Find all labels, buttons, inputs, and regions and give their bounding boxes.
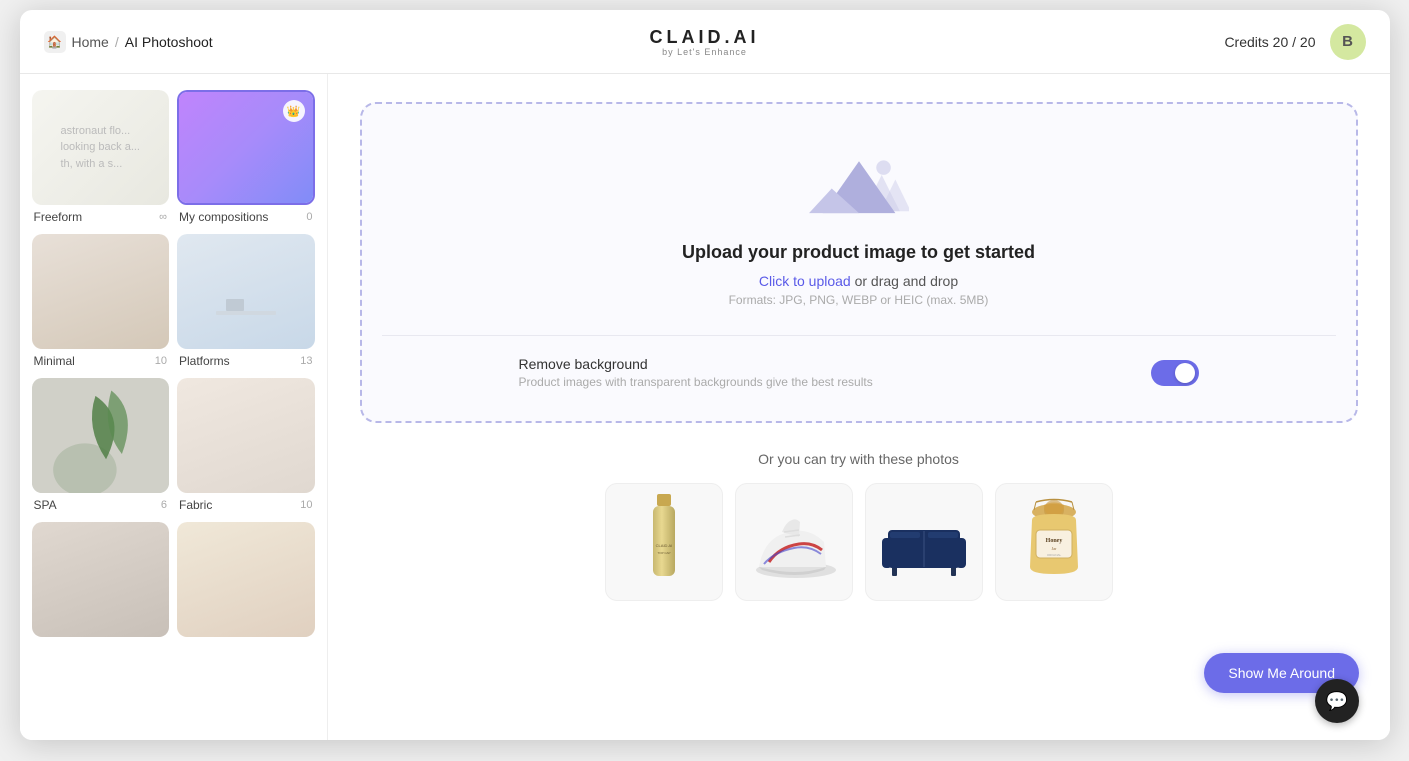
sneaker-product-icon xyxy=(744,502,844,582)
sofa-product-icon xyxy=(874,502,974,582)
upload-formats: Formats: JPG, PNG, WEBP or HEIC (max. 5M… xyxy=(729,293,989,307)
logo: CLAID.AI by Let's Enhance xyxy=(650,27,760,57)
sidebar-item-minimal[interactable]: Minimal 10 xyxy=(32,234,170,370)
sidebar-count-spa: 6 xyxy=(161,499,167,511)
sample-photos-title: Or you can try with these photos xyxy=(360,451,1358,467)
sample-photo-sofa[interactable] xyxy=(865,483,983,601)
click-to-upload-link[interactable]: Click to upload xyxy=(759,273,851,289)
logo-text: CLAID.AI xyxy=(650,27,760,48)
sidebar-label-minimal: Minimal xyxy=(34,354,75,368)
svg-text:ORIGINAL: ORIGINAL xyxy=(1046,553,1061,557)
remove-bg-toggle[interactable] xyxy=(1151,360,1199,386)
platforms-preview-icon xyxy=(206,281,286,341)
chat-button[interactable]: 💬 xyxy=(1315,679,1359,723)
header-right: Credits 20 / 20 B xyxy=(1224,24,1365,60)
upload-subtitle: Click to upload or drag and drop xyxy=(759,273,958,289)
logo-subtitle: by Let's Enhance xyxy=(662,47,747,57)
sidebar-item-freeform[interactable]: astronaut flo...looking back a...th, wit… xyxy=(32,90,170,226)
breadcrumb: 🏠 Home / AI Photoshoot xyxy=(44,31,213,53)
sample-photo-bottle[interactable]: CLAID.AI TOP CAP xyxy=(605,483,723,601)
drag-label: or drag and drop xyxy=(851,273,958,289)
sidebar-label-compositions: My compositions xyxy=(179,210,268,224)
remove-background-row: Remove background Product images with tr… xyxy=(519,356,1199,389)
show-me-around-label: Show Me Around xyxy=(1228,665,1335,681)
toggle-knob xyxy=(1175,363,1195,383)
sidebar-item-extra2[interactable] xyxy=(177,522,315,644)
svg-text:Jar: Jar xyxy=(1051,546,1056,551)
sidebar-label-spa: SPA xyxy=(34,498,57,512)
chat-icon: 💬 xyxy=(1326,691,1348,712)
main-content: Upload your product image to get started… xyxy=(328,74,1390,740)
sample-photo-honey[interactable]: Honey Jar ORIGINAL xyxy=(995,483,1113,601)
remove-bg-desc: Product images with transparent backgrou… xyxy=(519,375,873,389)
sidebar: astronaut flo...looking back a...th, wit… xyxy=(20,74,328,740)
sidebar-item-fabric[interactable]: Fabric 10 xyxy=(177,378,315,514)
svg-text:Honey: Honey xyxy=(1045,538,1062,544)
spa-preview-icon xyxy=(32,378,170,493)
crown-icon: 👑 xyxy=(283,100,305,122)
sample-photo-sneaker[interactable] xyxy=(735,483,853,601)
sidebar-count-freeform: ∞ xyxy=(159,211,167,223)
sample-photos-grid: CLAID.AI TOP CAP xyxy=(360,483,1358,601)
sidebar-label-fabric: Fabric xyxy=(179,498,212,512)
sidebar-count-platforms: 13 xyxy=(300,355,312,367)
sidebar-item-spa[interactable]: SPA 6 xyxy=(32,378,170,514)
bottle-product-icon: CLAID.AI TOP CAP xyxy=(639,492,689,592)
sidebar-item-my-compositions[interactable]: 👑 My compositions 0 xyxy=(177,90,315,226)
sidebar-count-minimal: 10 xyxy=(155,355,167,367)
honey-jar-icon: Honey Jar ORIGINAL xyxy=(1014,492,1094,592)
app-header: 🏠 Home / AI Photoshoot CLAID.AI by Let's… xyxy=(20,10,1390,74)
sidebar-item-extra1[interactable] xyxy=(32,522,170,644)
breadcrumb-separator: / xyxy=(115,34,119,50)
sidebar-item-platforms[interactable]: Platforms 13 xyxy=(177,234,315,370)
sidebar-label-freeform: Freeform xyxy=(34,210,83,224)
remove-bg-label: Remove background xyxy=(519,356,873,372)
mountain-icon xyxy=(809,144,909,224)
remove-bg-info: Remove background Product images with tr… xyxy=(519,356,873,389)
sidebar-count-fabric: 10 xyxy=(300,499,312,511)
upload-title: Upload your product image to get started xyxy=(682,242,1035,263)
divider xyxy=(382,335,1336,336)
svg-text:CLAID.AI: CLAID.AI xyxy=(655,543,672,548)
avatar[interactable]: B xyxy=(1330,24,1366,60)
sidebar-count-compositions: 0 xyxy=(306,211,312,223)
sidebar-grid: astronaut flo...looking back a...th, wit… xyxy=(32,90,315,644)
sidebar-label-platforms: Platforms xyxy=(179,354,230,368)
svg-text:TOP CAP: TOP CAP xyxy=(657,551,670,555)
upload-zone[interactable]: Upload your product image to get started… xyxy=(360,102,1358,423)
app-body: astronaut flo...looking back a...th, wit… xyxy=(20,74,1390,740)
page-title: AI Photoshoot xyxy=(125,34,213,50)
home-link[interactable]: Home xyxy=(72,34,109,50)
upload-illustration xyxy=(809,144,909,224)
credits-display: Credits 20 / 20 xyxy=(1224,34,1315,50)
home-icon[interactable]: 🏠 xyxy=(44,31,66,53)
